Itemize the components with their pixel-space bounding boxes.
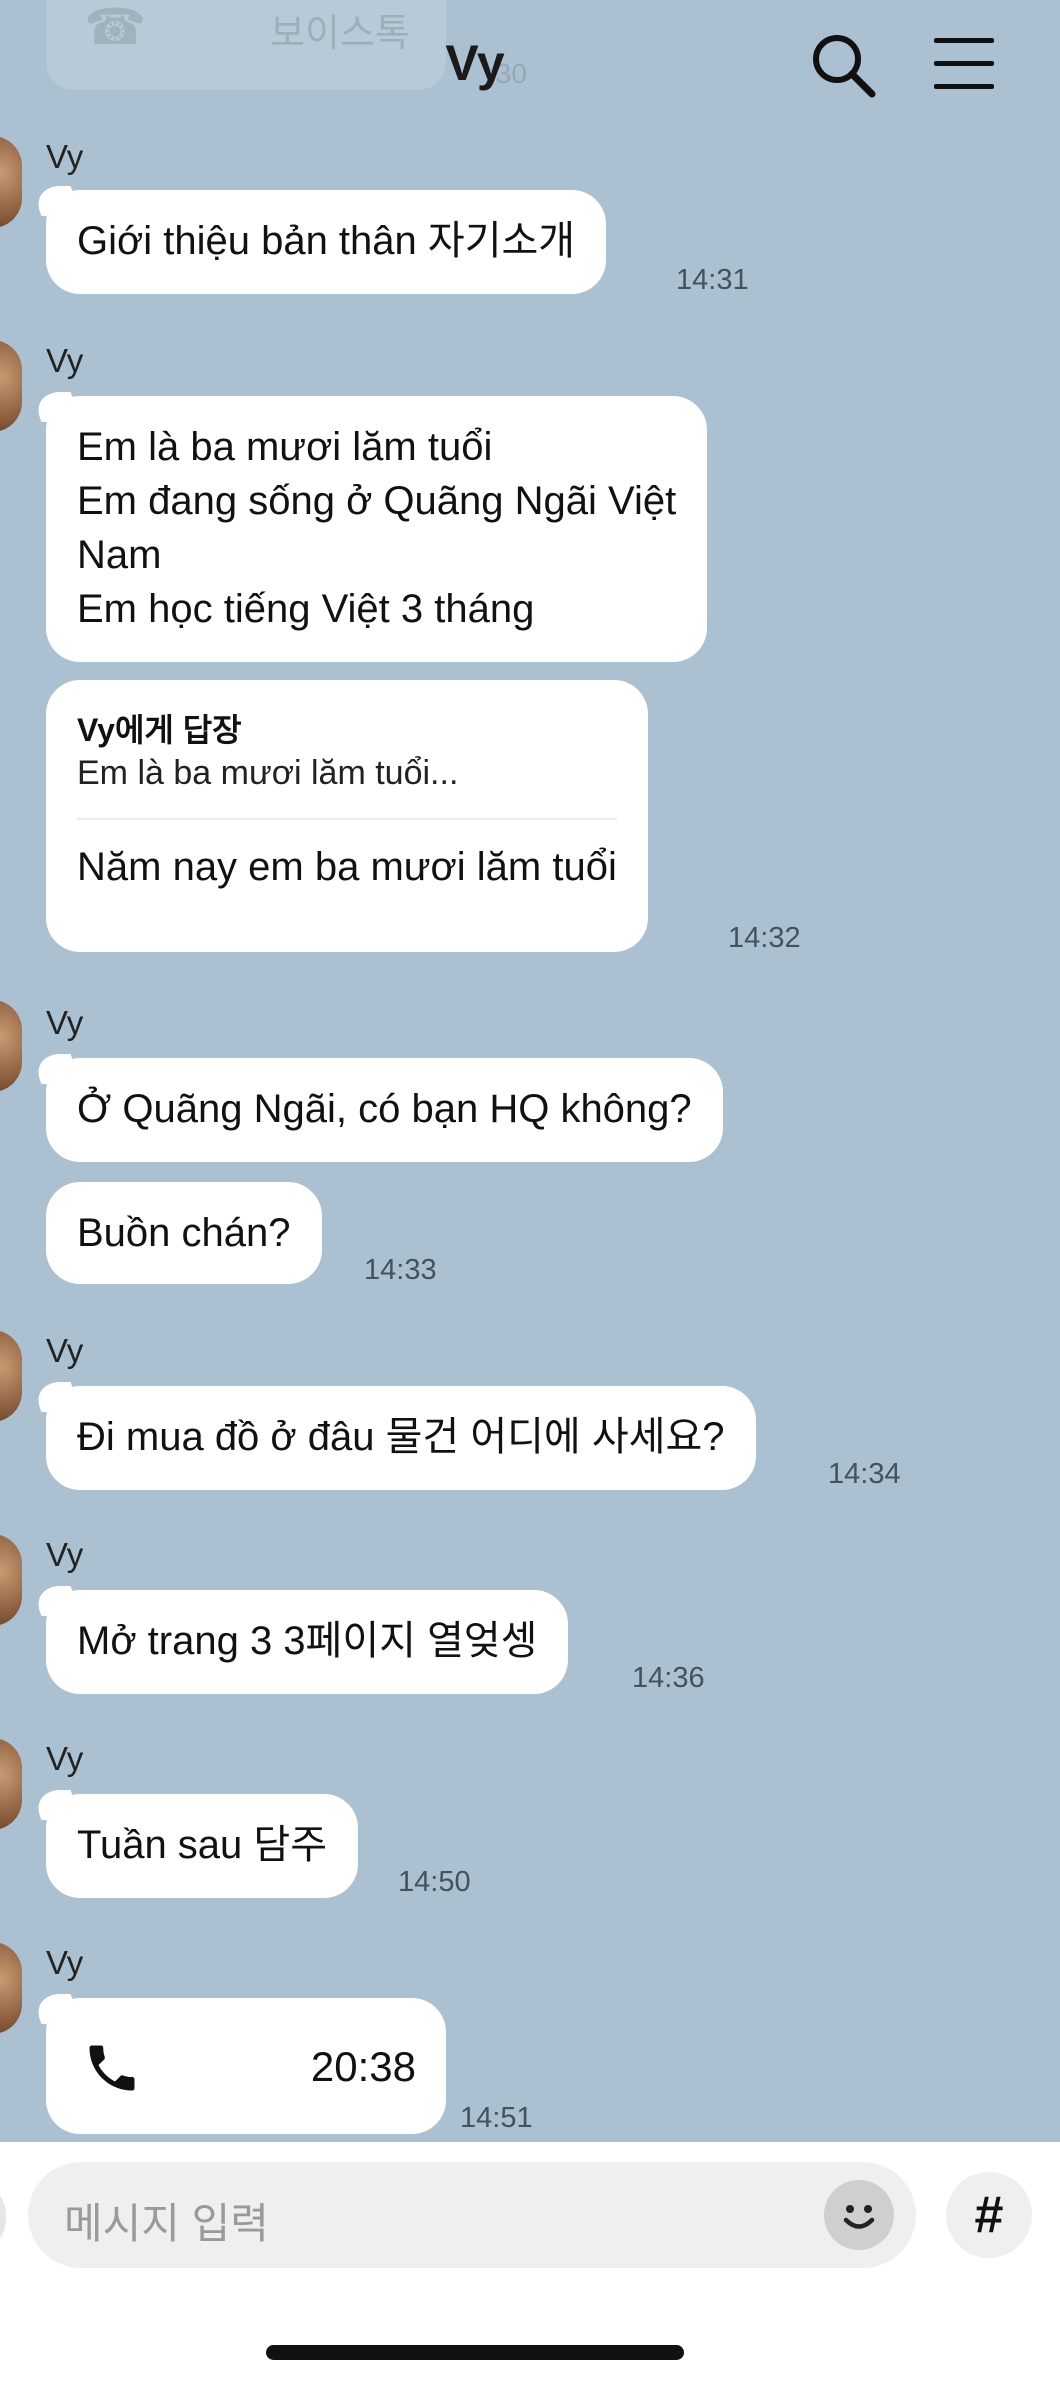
chat-header: ☎ 보이스톡 :30 Vy <box>0 0 1060 120</box>
message-time: 14:33 <box>364 1254 437 1286</box>
sender-avatar[interactable] <box>0 1000 22 1092</box>
message-bubble[interactable]: Buồn chán? <box>46 1182 322 1284</box>
search-icon <box>813 35 876 98</box>
message-bubble[interactable]: Ở Quãng Ngãi, có bạn HQ không? <box>46 1058 723 1162</box>
message-bubble[interactable]: Đi mua đồ ở đâu 물건 어디에 사세요? <box>46 1386 756 1490</box>
message-time: 14:51 <box>460 2102 533 2134</box>
chat-title: Vy <box>445 35 505 91</box>
sender-name: Vy <box>46 1004 84 1041</box>
reply-divider <box>77 818 617 820</box>
message-text: Ở Quãng Ngãi, có bạn HQ không? <box>77 1087 692 1131</box>
message-input[interactable]: 메시지 입력 <box>28 2162 916 2268</box>
emoji-button[interactable] <box>824 2180 894 2250</box>
sender-avatar[interactable] <box>0 1738 22 1830</box>
ghost-phone-icon: ☎ <box>84 0 147 55</box>
chat-area[interactable]: ☎ 보이스톡 :30 Vy Vy Giới thiệu bản thân 자기소… <box>0 0 1060 2142</box>
message-text: Buồn chán? <box>77 1211 291 1255</box>
message-bubble[interactable]: Tuần sau 담주 <box>46 1794 359 1898</box>
home-indicator <box>266 2345 684 2360</box>
message-time: 14:36 <box>632 1662 705 1694</box>
message-line: Nam <box>77 533 162 577</box>
message-text: Đi mua đồ ở đâu 물건 어디에 사세요? <box>77 1415 725 1459</box>
message-time: 14:31 <box>676 264 749 296</box>
message-bubble[interactable]: Mở trang 3 3페이지 열엊셍 <box>46 1590 569 1694</box>
message-line: Em học tiếng Việt 3 tháng <box>77 587 535 631</box>
message-time: 14:32 <box>728 922 801 954</box>
reply-quoted-text[interactable]: Em là ba mươi lăm tuổi... <box>77 750 617 796</box>
sender-avatar[interactable] <box>0 1534 22 1626</box>
search-button[interactable] <box>806 28 880 102</box>
hamburger-menu-icon <box>934 38 994 89</box>
menu-button[interactable] <box>926 28 1000 102</box>
voice-call-bubble[interactable]: 20:38 <box>46 1998 446 2134</box>
message-line: Em đang sống ở Quãng Ngãi Việt <box>77 479 677 523</box>
message-time: 14:34 <box>828 1458 901 1490</box>
sender-name: Vy <box>46 1332 84 1369</box>
phone-icon <box>89 2045 135 2091</box>
sender-avatar[interactable] <box>0 340 22 432</box>
sender-name: Vy <box>46 138 84 175</box>
reply-message-bubble[interactable]: Vy에게 답장 Em là ba mươi lăm tuổi... Năm na… <box>46 680 648 952</box>
call-duration: 20:38 <box>310 2043 416 2090</box>
reply-header: Vy에게 답장 <box>77 712 242 748</box>
message-bubble[interactable]: Em là ba mươi lăm tuổi Em đang sống ở Qu… <box>46 396 708 662</box>
message-text: Mở trang 3 3페이지 열엊셍 <box>77 1619 538 1663</box>
emoji-smile-icon <box>843 2205 875 2229</box>
message-bubble[interactable]: Giới thiệu bản thân 자기소개 <box>46 190 607 294</box>
sender-name: Vy <box>46 342 84 379</box>
attach-button-edge[interactable] <box>0 2192 6 2242</box>
message-text: Năm nay em ba mươi lăm tuổi <box>77 845 617 889</box>
sender-name: Vy <box>46 1536 84 1573</box>
ghost-voice-call-label: 보이스톡 <box>270 13 410 55</box>
sender-avatar[interactable] <box>0 1942 22 2034</box>
message-input-placeholder: 메시지 입력 <box>64 2200 269 2247</box>
sender-avatar[interactable] <box>0 1330 22 1422</box>
sender-avatar[interactable] <box>0 136 22 228</box>
sender-name: Vy <box>46 1944 84 1981</box>
message-line: Em là ba mươi lăm tuổi <box>77 425 493 469</box>
message-text: Giới thiệu bản thân 자기소개 <box>77 219 576 263</box>
message-text: Tuần sau 담주 <box>77 1823 328 1867</box>
message-input-bar: 메시지 입력 # <box>0 2142 1060 2388</box>
sender-name: Vy <box>46 1740 84 1777</box>
hashtag-search-button[interactable]: # <box>946 2172 1032 2258</box>
message-time: 14:50 <box>398 1866 471 1898</box>
